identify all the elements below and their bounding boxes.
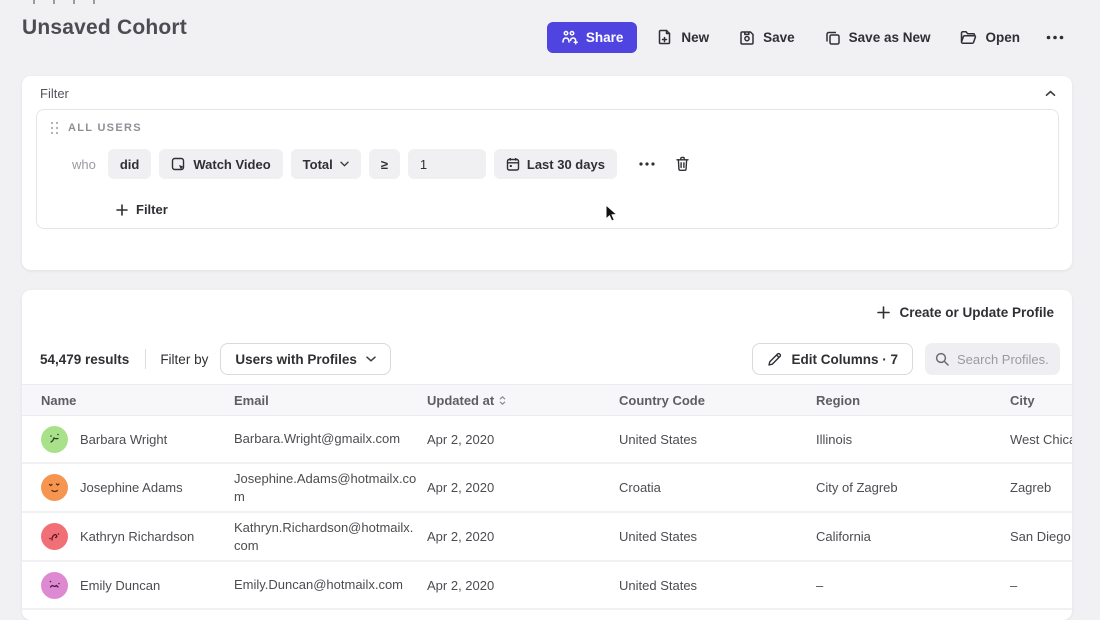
table-row[interactable]: Emily Duncan Emily.Duncan@hotmailx.com A… bbox=[22, 562, 1072, 610]
filter-by-label: Filter by bbox=[160, 352, 208, 367]
chevron-down-icon bbox=[366, 356, 376, 362]
profile-country-code: United States bbox=[619, 426, 816, 453]
save-icon bbox=[739, 30, 755, 46]
chevron-down-icon bbox=[340, 161, 349, 167]
profile-country-code: United States bbox=[619, 572, 816, 599]
share-button[interactable]: Share bbox=[547, 22, 638, 53]
clipped-breadcrumb bbox=[33, 0, 95, 4]
open-button[interactable]: Open bbox=[950, 22, 1030, 53]
filter-group: ALL USERS who did Watch Video Total bbox=[36, 109, 1059, 229]
filter-condition-row: who did Watch Video Total bbox=[72, 149, 1046, 179]
table-row[interactable]: Barbara Wright Barbara.Wright@gmailx.com… bbox=[22, 416, 1072, 464]
filter-panel-title: Filter bbox=[40, 86, 69, 101]
avatar bbox=[41, 523, 68, 550]
results-panel: Create or Update Profile 54,479 results … bbox=[22, 290, 1072, 620]
profile-updated-at: Apr 2, 2020 bbox=[427, 474, 619, 501]
profile-email: Barbara.Wright@gmailx.com bbox=[234, 424, 427, 454]
drag-handle-icon[interactable] bbox=[51, 122, 58, 134]
aggregation-selector[interactable]: Total bbox=[291, 149, 361, 179]
date-range-selector[interactable]: Last 30 days bbox=[494, 149, 617, 179]
calendar-icon bbox=[506, 157, 520, 172]
profiles-filter-dropdown[interactable]: Users with Profiles bbox=[220, 343, 391, 375]
who-label: who bbox=[72, 157, 96, 172]
profile-email: Emily.Duncan@hotmailx.com bbox=[234, 570, 427, 600]
avatar bbox=[41, 426, 68, 453]
search-icon bbox=[935, 352, 949, 366]
results-toolbar: 54,479 results Filter by Users with Prof… bbox=[22, 334, 1072, 384]
collapse-chevron-up-icon[interactable] bbox=[1045, 90, 1056, 97]
more-options-button[interactable] bbox=[1040, 22, 1070, 53]
profile-region: California bbox=[816, 523, 1010, 550]
profile-updated-at: Apr 2, 2020 bbox=[427, 523, 619, 550]
profile-name: Kathryn Richardson bbox=[80, 529, 194, 544]
add-filter-button[interactable]: Filter bbox=[116, 202, 168, 217]
share-users-icon bbox=[561, 30, 578, 45]
delete-row-trash-icon[interactable] bbox=[669, 150, 697, 178]
profile-email: Josephine.Adams@hotmailx.com bbox=[234, 464, 427, 511]
save-as-new-button[interactable]: Save as New bbox=[815, 22, 941, 53]
group-label: ALL USERS bbox=[68, 122, 142, 134]
column-header-region[interactable]: Region bbox=[816, 393, 1010, 408]
avatar bbox=[41, 572, 68, 599]
profile-city: – bbox=[1010, 572, 1072, 599]
profile-email: Kathryn.Richardson@hotmailx.com bbox=[234, 513, 427, 560]
profile-updated-at: Apr 2, 2020 bbox=[427, 572, 619, 599]
profile-region: Illinois bbox=[816, 426, 1010, 453]
did-selector[interactable]: did bbox=[108, 149, 152, 179]
column-header-updated-at[interactable]: Updated at bbox=[427, 393, 619, 408]
event-icon bbox=[171, 157, 186, 172]
save-button[interactable]: Save bbox=[729, 22, 805, 53]
plus-icon bbox=[116, 204, 128, 216]
event-selector[interactable]: Watch Video bbox=[159, 149, 282, 179]
column-header-email[interactable]: Email bbox=[234, 393, 427, 408]
table-header-row: Name Email Updated at Country Code Regio… bbox=[22, 384, 1072, 416]
column-header-name[interactable]: Name bbox=[41, 393, 234, 408]
plus-icon bbox=[877, 306, 890, 319]
search-profiles-input[interactable] bbox=[957, 352, 1050, 367]
threshold-input[interactable] bbox=[408, 149, 486, 179]
table-row[interactable]: Josephine Adams Josephine.Adams@hotmailx… bbox=[22, 464, 1072, 513]
edit-columns-button[interactable]: Edit Columns · 7 bbox=[752, 343, 913, 375]
profile-name: Josephine Adams bbox=[80, 480, 183, 495]
page-title: Unsaved Cohort bbox=[22, 16, 187, 40]
profile-region: City of Zagreb bbox=[816, 474, 1010, 501]
profile-region: – bbox=[816, 572, 1010, 599]
profile-country-code: United States bbox=[619, 523, 816, 550]
profile-name: Emily Duncan bbox=[80, 578, 160, 593]
new-button[interactable]: New bbox=[647, 22, 719, 53]
header-actions: Share New Save Save as New bbox=[547, 22, 1070, 53]
table-row[interactable]: Kathryn Richardson Kathryn.Richardson@ho… bbox=[22, 513, 1072, 562]
filter-panel: Filter ALL USERS who did bbox=[22, 76, 1072, 270]
mouse-cursor bbox=[605, 204, 618, 223]
file-plus-icon bbox=[657, 29, 673, 46]
results-count: 54,479 results bbox=[40, 352, 129, 367]
pencil-icon bbox=[767, 352, 782, 367]
create-or-update-profile-button[interactable]: Create or Update Profile bbox=[877, 305, 1054, 320]
search-profiles-box bbox=[925, 343, 1060, 375]
more-horizontal-icon bbox=[1046, 35, 1064, 40]
profile-city: Zagreb bbox=[1010, 474, 1072, 501]
divider bbox=[145, 349, 146, 369]
profile-name: Barbara Wright bbox=[80, 432, 167, 447]
row-more-options-icon[interactable] bbox=[633, 150, 661, 178]
column-header-country-code[interactable]: Country Code bbox=[619, 393, 816, 408]
profile-updated-at: Apr 2, 2020 bbox=[427, 426, 619, 453]
folder-icon bbox=[960, 30, 977, 45]
copy-icon bbox=[825, 30, 841, 46]
sort-icon[interactable] bbox=[499, 396, 506, 405]
profile-city: San Diego bbox=[1010, 523, 1072, 550]
column-header-city[interactable]: City bbox=[1010, 393, 1072, 408]
profile-country-code: Croatia bbox=[619, 474, 816, 501]
avatar bbox=[41, 474, 68, 501]
profile-city: West Chicago bbox=[1010, 426, 1072, 453]
operator-selector[interactable]: ≥ bbox=[369, 149, 400, 179]
